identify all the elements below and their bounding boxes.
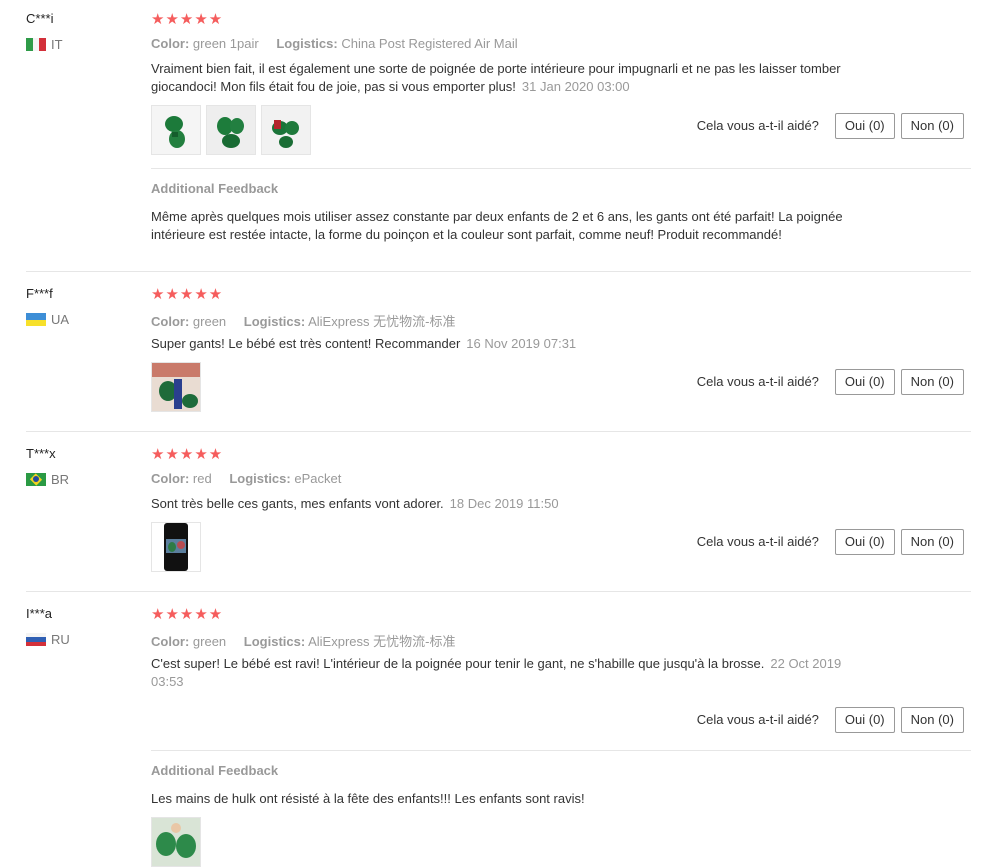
- review-body: C'est super! Le bébé est ravi! L'intérie…: [151, 656, 765, 671]
- logistics-value: ePacket: [294, 471, 342, 486]
- additional-feedback-title: Additional Feedback: [151, 763, 279, 778]
- review-text: Vraiment bien fait, il est également une…: [151, 60, 851, 96]
- review-date: 18 Dec 2019 11:50: [449, 496, 559, 511]
- helpful-vote: Cela vous a-t-il aidé? Oui (0) Non (0): [697, 113, 964, 139]
- review-date: 16 Nov 2019 07:31: [466, 336, 577, 351]
- feedback-divider: [151, 750, 971, 751]
- review-photo[interactable]: [151, 105, 201, 155]
- reviewer-country: BR: [26, 472, 69, 487]
- logistics-label: Logistics:: [229, 471, 291, 486]
- review-photo[interactable]: [151, 362, 201, 412]
- star-rating: ★★★★★: [151, 446, 224, 463]
- review-meta: Color: green 1pair Logistics: China Post…: [151, 36, 518, 51]
- review-body: Vraiment bien fait, il est également une…: [151, 61, 841, 94]
- review-divider: [26, 591, 971, 592]
- color-value: green 1pair: [192, 36, 259, 51]
- color-value: green: [192, 634, 227, 649]
- helpful-vote: Cela vous a-t-il aidé? Oui (0) Non (0): [697, 369, 964, 395]
- helpful-vote: Cela vous a-t-il aidé? Oui (0) Non (0): [697, 529, 964, 555]
- helpful-prompt: Cela vous a-t-il aidé?: [696, 374, 819, 389]
- additional-feedback-text: Les mains de hulk ont résisté à la fête …: [151, 791, 585, 806]
- additional-feedback-text: Même après quelques mois utiliser assez …: [151, 209, 843, 242]
- review-meta: Color: green Logistics: AliExpress 无忧物流-…: [151, 311, 455, 330]
- review-photo[interactable]: [151, 817, 201, 867]
- reviewer-name: F***f: [26, 286, 53, 301]
- color-value: red: [192, 471, 212, 486]
- reviewer-country: IT: [26, 37, 63, 52]
- review-divider: [26, 271, 971, 272]
- logistics-value: China Post Registered Air Mail: [341, 36, 518, 51]
- color-value: green: [192, 314, 227, 329]
- review-meta: Color: green Logistics: AliExpress 无忧物流-…: [151, 631, 455, 650]
- color-label: Color:: [151, 634, 190, 649]
- helpful-no-button[interactable]: Non (0): [900, 113, 964, 139]
- country-code: IT: [51, 37, 63, 52]
- logistics-value: AliExpress 无忧物流-标准: [308, 634, 456, 649]
- color-label: Color:: [151, 314, 190, 329]
- review-date: 31 Jan 2020 03:00: [521, 79, 630, 94]
- review-divider: [26, 431, 971, 432]
- country-code: UA: [51, 312, 70, 327]
- review-photos: [151, 817, 206, 867]
- review-text: Sont très belle ces gants, mes enfants v…: [151, 495, 851, 513]
- reviewer-info: F***f UA: [26, 286, 69, 327]
- review-photos: [151, 362, 206, 412]
- helpful-yes-button[interactable]: Oui (0): [834, 113, 895, 139]
- flag-brazil-icon: [26, 473, 46, 486]
- logistics-label: Logistics:: [243, 314, 306, 329]
- helpful-no-button[interactable]: Non (0): [900, 707, 964, 733]
- helpful-yes-button[interactable]: Oui (0): [834, 369, 895, 395]
- flag-italy-icon: [26, 38, 46, 51]
- country-code: RU: [51, 632, 70, 647]
- review-text: C'est super! Le bébé est ravi! L'intérie…: [151, 655, 851, 691]
- star-rating: ★★★★★: [151, 606, 224, 623]
- reviewer-info: T***x BR: [26, 446, 69, 487]
- review-photos: [151, 522, 206, 572]
- review-photos: [151, 105, 316, 155]
- helpful-yes-button[interactable]: Oui (0): [834, 529, 895, 555]
- logistics-value: AliExpress 无忧物流-标准: [308, 314, 456, 329]
- review-photo[interactable]: [261, 105, 311, 155]
- star-rating: ★★★★★: [151, 286, 224, 303]
- color-label: Color:: [151, 471, 190, 486]
- reviewer-info: C***i IT: [26, 11, 63, 52]
- reviewer-country: UA: [26, 312, 69, 327]
- star-rating: ★★★★★: [151, 11, 224, 28]
- reviewer-name: C***i: [26, 11, 54, 26]
- reviewer-name: I***a: [26, 606, 53, 621]
- review-photo[interactable]: [206, 105, 256, 155]
- helpful-prompt: Cela vous a-t-il aidé?: [696, 118, 819, 133]
- helpful-no-button[interactable]: Non (0): [900, 529, 964, 555]
- helpful-yes-button[interactable]: Oui (0): [834, 707, 895, 733]
- review-body: Sont très belle ces gants, mes enfants v…: [151, 496, 444, 511]
- logistics-label: Logistics:: [276, 36, 338, 51]
- additional-feedback-title: Additional Feedback: [151, 181, 279, 196]
- logistics-label: Logistics:: [243, 634, 306, 649]
- reviewer-country: RU: [26, 632, 70, 647]
- review-photo[interactable]: [151, 522, 201, 572]
- helpful-no-button[interactable]: Non (0): [900, 369, 964, 395]
- reviewer-name: T***x: [26, 446, 56, 461]
- review-text: Super gants! Le bébé est très content! R…: [151, 335, 851, 353]
- helpful-prompt: Cela vous a-t-il aidé?: [696, 534, 819, 549]
- flag-russia-icon: [26, 633, 46, 646]
- reviewer-info: I***a RU: [26, 606, 70, 647]
- helpful-vote: Cela vous a-t-il aidé? Oui (0) Non (0): [697, 707, 964, 733]
- feedback-divider: [151, 168, 971, 169]
- country-code: BR: [51, 472, 70, 487]
- flag-ukraine-icon: [26, 313, 46, 326]
- helpful-prompt: Cela vous a-t-il aidé?: [696, 712, 819, 727]
- review-meta: Color: red Logistics: ePacket: [151, 471, 341, 486]
- review-body: Super gants! Le bébé est très content! R…: [151, 336, 461, 351]
- color-label: Color:: [151, 36, 190, 51]
